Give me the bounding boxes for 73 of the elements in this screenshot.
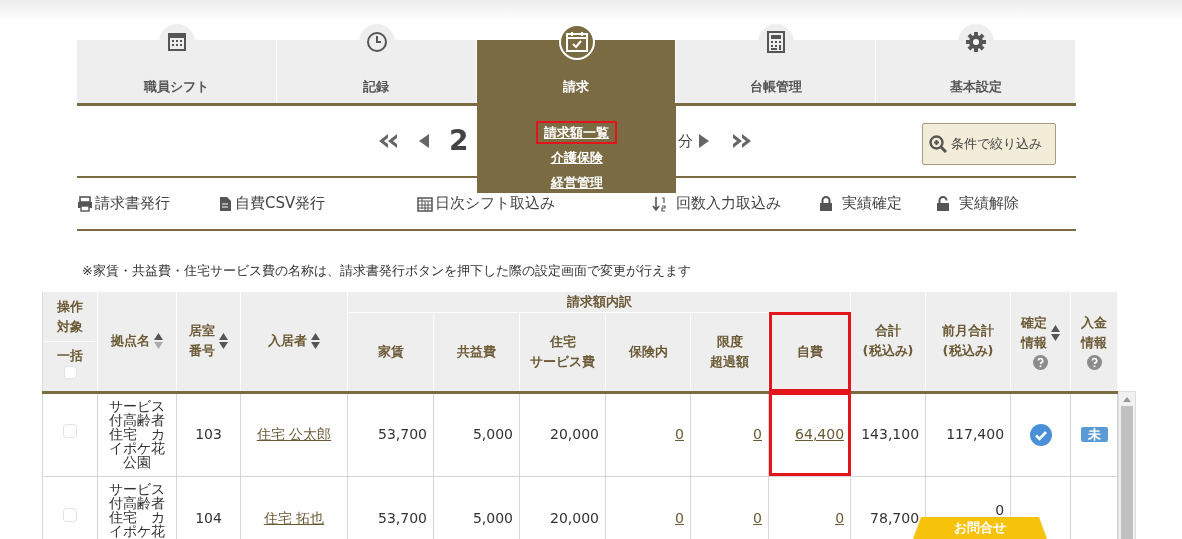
amount-link[interactable]: 0 <box>835 509 845 526</box>
calculator-icon <box>767 31 786 53</box>
resident-link[interactable]: 住宅 拓也 <box>263 509 325 526</box>
menu-item[interactable]: 請求額一覧 <box>536 121 617 144</box>
table-cell: 20,000 <box>519 392 606 476</box>
column-header: 入金 情報 <box>1081 313 1108 352</box>
column-header[interactable]: 確定 情報 <box>1021 312 1048 353</box>
amount-link[interactable]: 64,400 <box>795 426 845 442</box>
calendar-icon <box>417 195 433 212</box>
column-header: 住宅 サービス費 <box>530 332 595 371</box>
table-cell: サービス付高齢者住宅 カイポケ花 <box>109 481 165 538</box>
resident-link[interactable]: 住宅 公太郎 <box>256 426 332 442</box>
gear-icon <box>965 31 988 53</box>
toolbar-button[interactable]: 回数入力取込み <box>652 192 818 215</box>
nav-tab[interactable]: 請求 <box>476 24 677 103</box>
column-header: 一括 <box>56 346 84 365</box>
table-cell: 143,100 <box>850 392 926 476</box>
column-header: 前月合計 (税込み) <box>942 322 995 360</box>
notice-text: ※家賃・共益費・住宅サービス費の名称は、請求書発行ボタンを押下した際の設定画面で変更が行えます <box>82 262 692 280</box>
column-header: 自費 <box>796 342 823 361</box>
menu-item[interactable]: 経営管理 <box>542 171 611 194</box>
table-cell: 103 <box>176 392 241 476</box>
amount-link[interactable]: 0 <box>675 509 684 526</box>
unlock-icon <box>935 195 951 212</box>
menu-item[interactable]: 介護保険 <box>542 146 611 169</box>
column-header: 操作 対象 <box>45 296 95 342</box>
column-header[interactable]: 居室 番号 <box>189 321 215 361</box>
amount-link[interactable]: 0 <box>753 426 762 442</box>
document-icon <box>217 195 233 212</box>
payment-status-badge: 未 <box>1080 427 1108 442</box>
scroll-up-icon[interactable] <box>1123 395 1132 402</box>
column-header: 限度 超過額 <box>710 332 749 371</box>
toolbar-button[interactable]: 請求書発行 <box>77 192 217 215</box>
column-header: 家賃 <box>377 342 404 361</box>
month-text: 2 <box>449 123 469 159</box>
column-header[interactable]: 拠点名 <box>111 331 150 351</box>
numeric-sort-icon <box>652 195 668 212</box>
table-cell: 117,400 <box>925 392 1011 476</box>
zoom-in-icon <box>929 135 947 153</box>
column-header: 合計 (税込み) <box>862 322 914 360</box>
calendar-grid-icon <box>167 32 187 52</box>
table-cell: 5,000 <box>433 392 520 476</box>
previous-icon <box>419 134 429 148</box>
table-cell: サービス付高齢者住宅 カイポケ花公園 <box>109 398 165 469</box>
printer-icon <box>77 195 93 212</box>
check-circle-icon <box>1029 423 1052 446</box>
nav-tab[interactable]: 職員シフト <box>77 24 277 103</box>
calendar-check-icon <box>564 31 589 53</box>
column-group-header: 請求額内訳 <box>347 291 851 312</box>
column-header: 共益費 <box>457 342 496 361</box>
column-header[interactable]: 入居者 <box>268 331 307 351</box>
table-cell: 53,700 <box>347 392 434 476</box>
toolbar-button[interactable]: 自費CSV発行 <box>217 192 417 215</box>
last-page-icon <box>732 134 753 148</box>
nav-tab[interactable]: 台帳管理 <box>676 24 877 103</box>
toolbar-button[interactable]: 日次シフト取込み <box>417 192 652 215</box>
lock-icon <box>818 195 834 212</box>
amount-link[interactable]: 0 <box>675 426 684 442</box>
amount-link[interactable]: 0 <box>753 509 762 526</box>
period-text: 分 <box>678 130 694 152</box>
scrollbar[interactable] <box>1118 390 1137 539</box>
next-icon <box>699 134 710 148</box>
row-checkbox[interactable] <box>63 424 77 438</box>
first-page-icon <box>378 134 398 148</box>
clock-icon <box>365 31 388 53</box>
filter-button[interactable]: 条件で絞り込み <box>922 123 1056 165</box>
select-all-checkbox[interactable] <box>63 365 77 379</box>
nav-tab[interactable]: 基本設定 <box>876 24 1076 103</box>
column-header: 保険内 <box>628 342 668 361</box>
nav-tab[interactable]: 記録 <box>276 24 477 103</box>
toolbar-button[interactable]: 実績解除 <box>935 192 1055 215</box>
toolbar-button[interactable]: 実績確定 <box>818 192 935 215</box>
row-checkbox[interactable] <box>63 507 77 522</box>
